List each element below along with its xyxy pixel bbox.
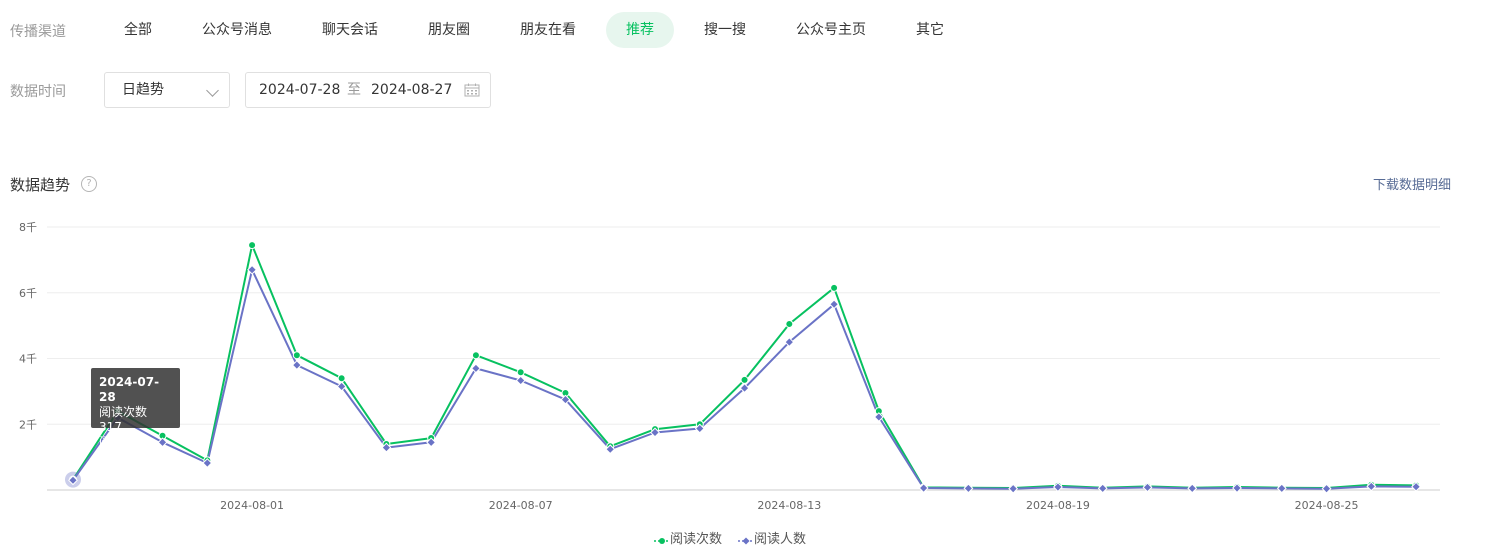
series-line-0 <box>72 244 1417 489</box>
data-point-reads <box>248 241 257 250</box>
y-tick-label: 2千 <box>19 418 37 431</box>
chart-tooltip: 2024-07-28 阅读次数 317 阅读人数 296 <box>91 368 180 464</box>
x-tick-label: 2024-08-07 <box>489 499 553 512</box>
data-point-reads <box>740 375 749 384</box>
x-tick-label: 2024-08-01 <box>220 499 284 512</box>
data-point-readers <box>515 375 526 386</box>
legend-label: 阅读人数 <box>754 532 807 547</box>
legend-label: 阅读次数 <box>669 532 722 547</box>
data-point-reads <box>471 351 480 360</box>
legend-circle-icon <box>653 535 670 545</box>
data-point-reads <box>516 368 525 377</box>
y-tick-label: 6千 <box>19 287 37 300</box>
y-tick-label: 4千 <box>19 353 37 366</box>
x-tick-label: 2024-08-19 <box>1026 499 1090 512</box>
data-point-readers <box>291 360 302 371</box>
data-point-readers <box>247 264 258 275</box>
data-point-reads <box>785 319 794 328</box>
tooltip-date: 2024-07-28 <box>99 375 160 404</box>
tooltip-readers: 阅读人数 296 <box>99 435 148 464</box>
legend-item-1[interactable]: 阅读人数 <box>738 528 806 547</box>
x-tick-label: 2024-08-25 <box>1295 499 1359 512</box>
chart-legend: 阅读次数 阅读人数 <box>0 528 1460 547</box>
legend-item-0[interactable]: 阅读次数 <box>653 528 722 547</box>
data-point-reads <box>292 351 301 360</box>
legend-diamond-icon <box>738 535 754 545</box>
data-point-reads <box>830 283 839 292</box>
trend-chart: 2千 4千 6千 8千 2024-08-01 2024-08-07 2024-08-13 20… <box>19 221 1440 512</box>
data-point-reads <box>337 374 346 383</box>
x-tick-label: 2024-08-13 <box>757 499 821 512</box>
y-tick-label: 8千 <box>19 221 37 234</box>
tooltip-reads: 阅读次数 317 <box>99 405 148 434</box>
